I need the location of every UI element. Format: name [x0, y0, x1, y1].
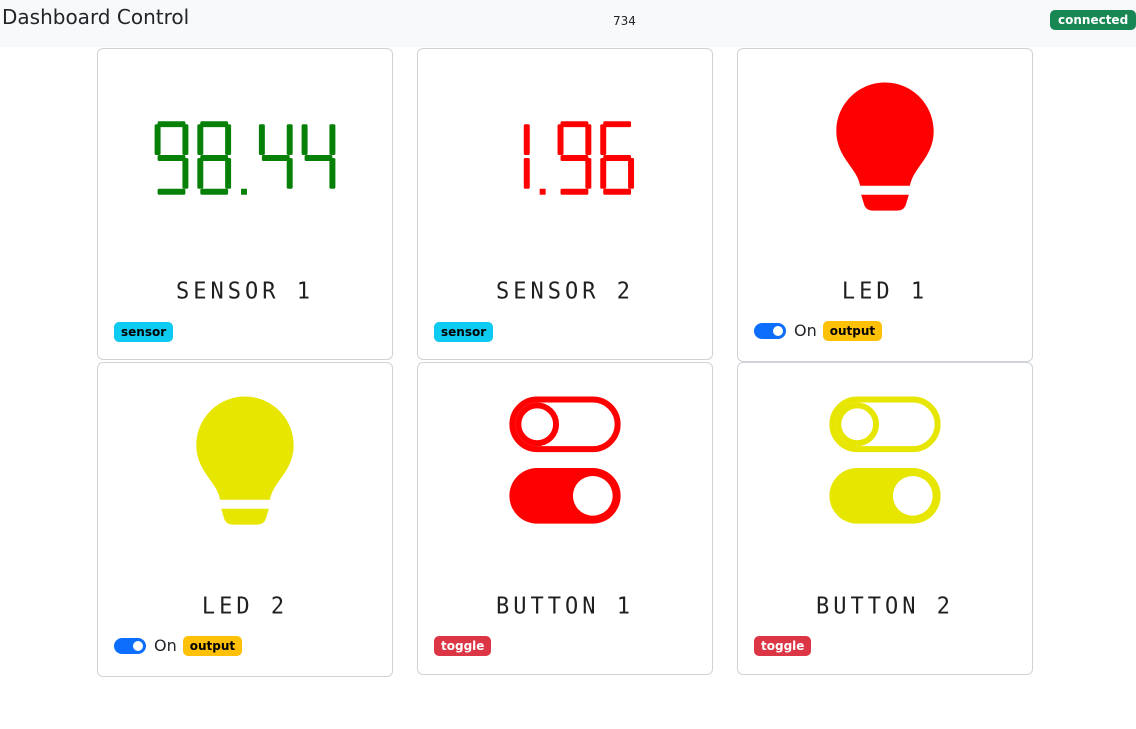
type-badge: output [822, 321, 883, 341]
toggle-icon[interactable] [509, 396, 621, 524]
segment-e [197, 157, 204, 189]
segment-g [304, 154, 333, 161]
sensor-1-value-display [154, 121, 336, 195]
switch-label: On [794, 320, 817, 340]
widget-label: LED 1 [841, 278, 929, 305]
type-badge: toggle [434, 636, 492, 656]
segment-c [225, 157, 232, 189]
toggle-icon[interactable] [418, 363, 712, 573]
segment-f [154, 124, 161, 155]
segment-d [200, 188, 229, 195]
led-1-toggle-switch[interactable] [754, 323, 786, 339]
lightbulb-icon [196, 396, 294, 525]
connection-status-badge: connected [1050, 10, 1136, 30]
top-navbar: Dashboard Control 734 connected [0, 0, 1136, 47]
widget-card-led-2: LED 2 On output [97, 362, 393, 677]
switch-knob [133, 641, 143, 651]
widget-label: LED 2 [201, 593, 289, 620]
segment-b [225, 124, 232, 155]
segment-a [157, 121, 186, 128]
widget-card-button-1: BUTTON 1 toggle [417, 362, 713, 675]
segment-c [286, 157, 293, 189]
widget-card-sensor-1: SENSOR 1 sensor [97, 48, 393, 360]
segment-d [157, 188, 186, 195]
segment-a [200, 121, 229, 128]
segment-d [560, 188, 589, 195]
widget-label: SENSOR 2 [496, 278, 634, 305]
lightbulb-icon [836, 82, 934, 211]
seven-segment-display [154, 121, 336, 195]
segment-c [628, 157, 635, 189]
segment-g [261, 154, 290, 161]
seven-segment-display [523, 121, 635, 195]
segment-g [560, 154, 589, 161]
type-badge: output [182, 636, 243, 656]
led-2-toggle-switch[interactable] [114, 638, 146, 654]
page-title: Dashboard Control [2, 5, 190, 29]
segment-g [157, 154, 186, 161]
segment-c [585, 157, 592, 189]
widget-card-button-2: BUTTON 2 toggle [737, 362, 1033, 675]
segment-f [197, 124, 204, 155]
decimal-point [241, 188, 247, 195]
segment-a [603, 121, 632, 128]
lightbulb-icon [196, 396, 294, 525]
decimal-point [539, 188, 546, 195]
segment-g [603, 154, 632, 161]
segment-f [301, 124, 308, 155]
widget-label: BUTTON 1 [496, 593, 634, 620]
segment-b [523, 124, 530, 155]
update-counter: 734 [613, 14, 636, 28]
segment-a [560, 121, 589, 128]
segment-c [182, 157, 189, 189]
sensor-2-value-display [523, 121, 635, 195]
widget-label: SENSOR 1 [176, 278, 314, 305]
type-badge: sensor [434, 322, 494, 342]
segment-d [603, 188, 632, 195]
toggle-icon[interactable] [738, 363, 1032, 573]
segment-b [286, 124, 293, 155]
type-badge: sensor [114, 322, 174, 342]
lightbulb-icon [836, 82, 934, 211]
segment-f [600, 124, 607, 155]
switch-label: On [154, 635, 177, 655]
segment-c [329, 157, 336, 189]
switch-knob [773, 326, 783, 336]
segment-b [585, 124, 592, 155]
segment-f [557, 124, 564, 155]
widget-label: BUTTON 2 [816, 593, 954, 620]
type-badge: toggle [754, 636, 812, 656]
widget-card-led-1: LED 1 On output [737, 48, 1033, 362]
toggle-icon[interactable] [829, 396, 941, 524]
segment-f [258, 124, 265, 155]
segment-g [200, 154, 229, 161]
segment-c [523, 157, 530, 189]
widget-card-sensor-2: SENSOR 2 sensor [417, 48, 713, 360]
segment-b [182, 124, 189, 155]
segment-e [600, 157, 607, 189]
segment-b [329, 124, 336, 155]
